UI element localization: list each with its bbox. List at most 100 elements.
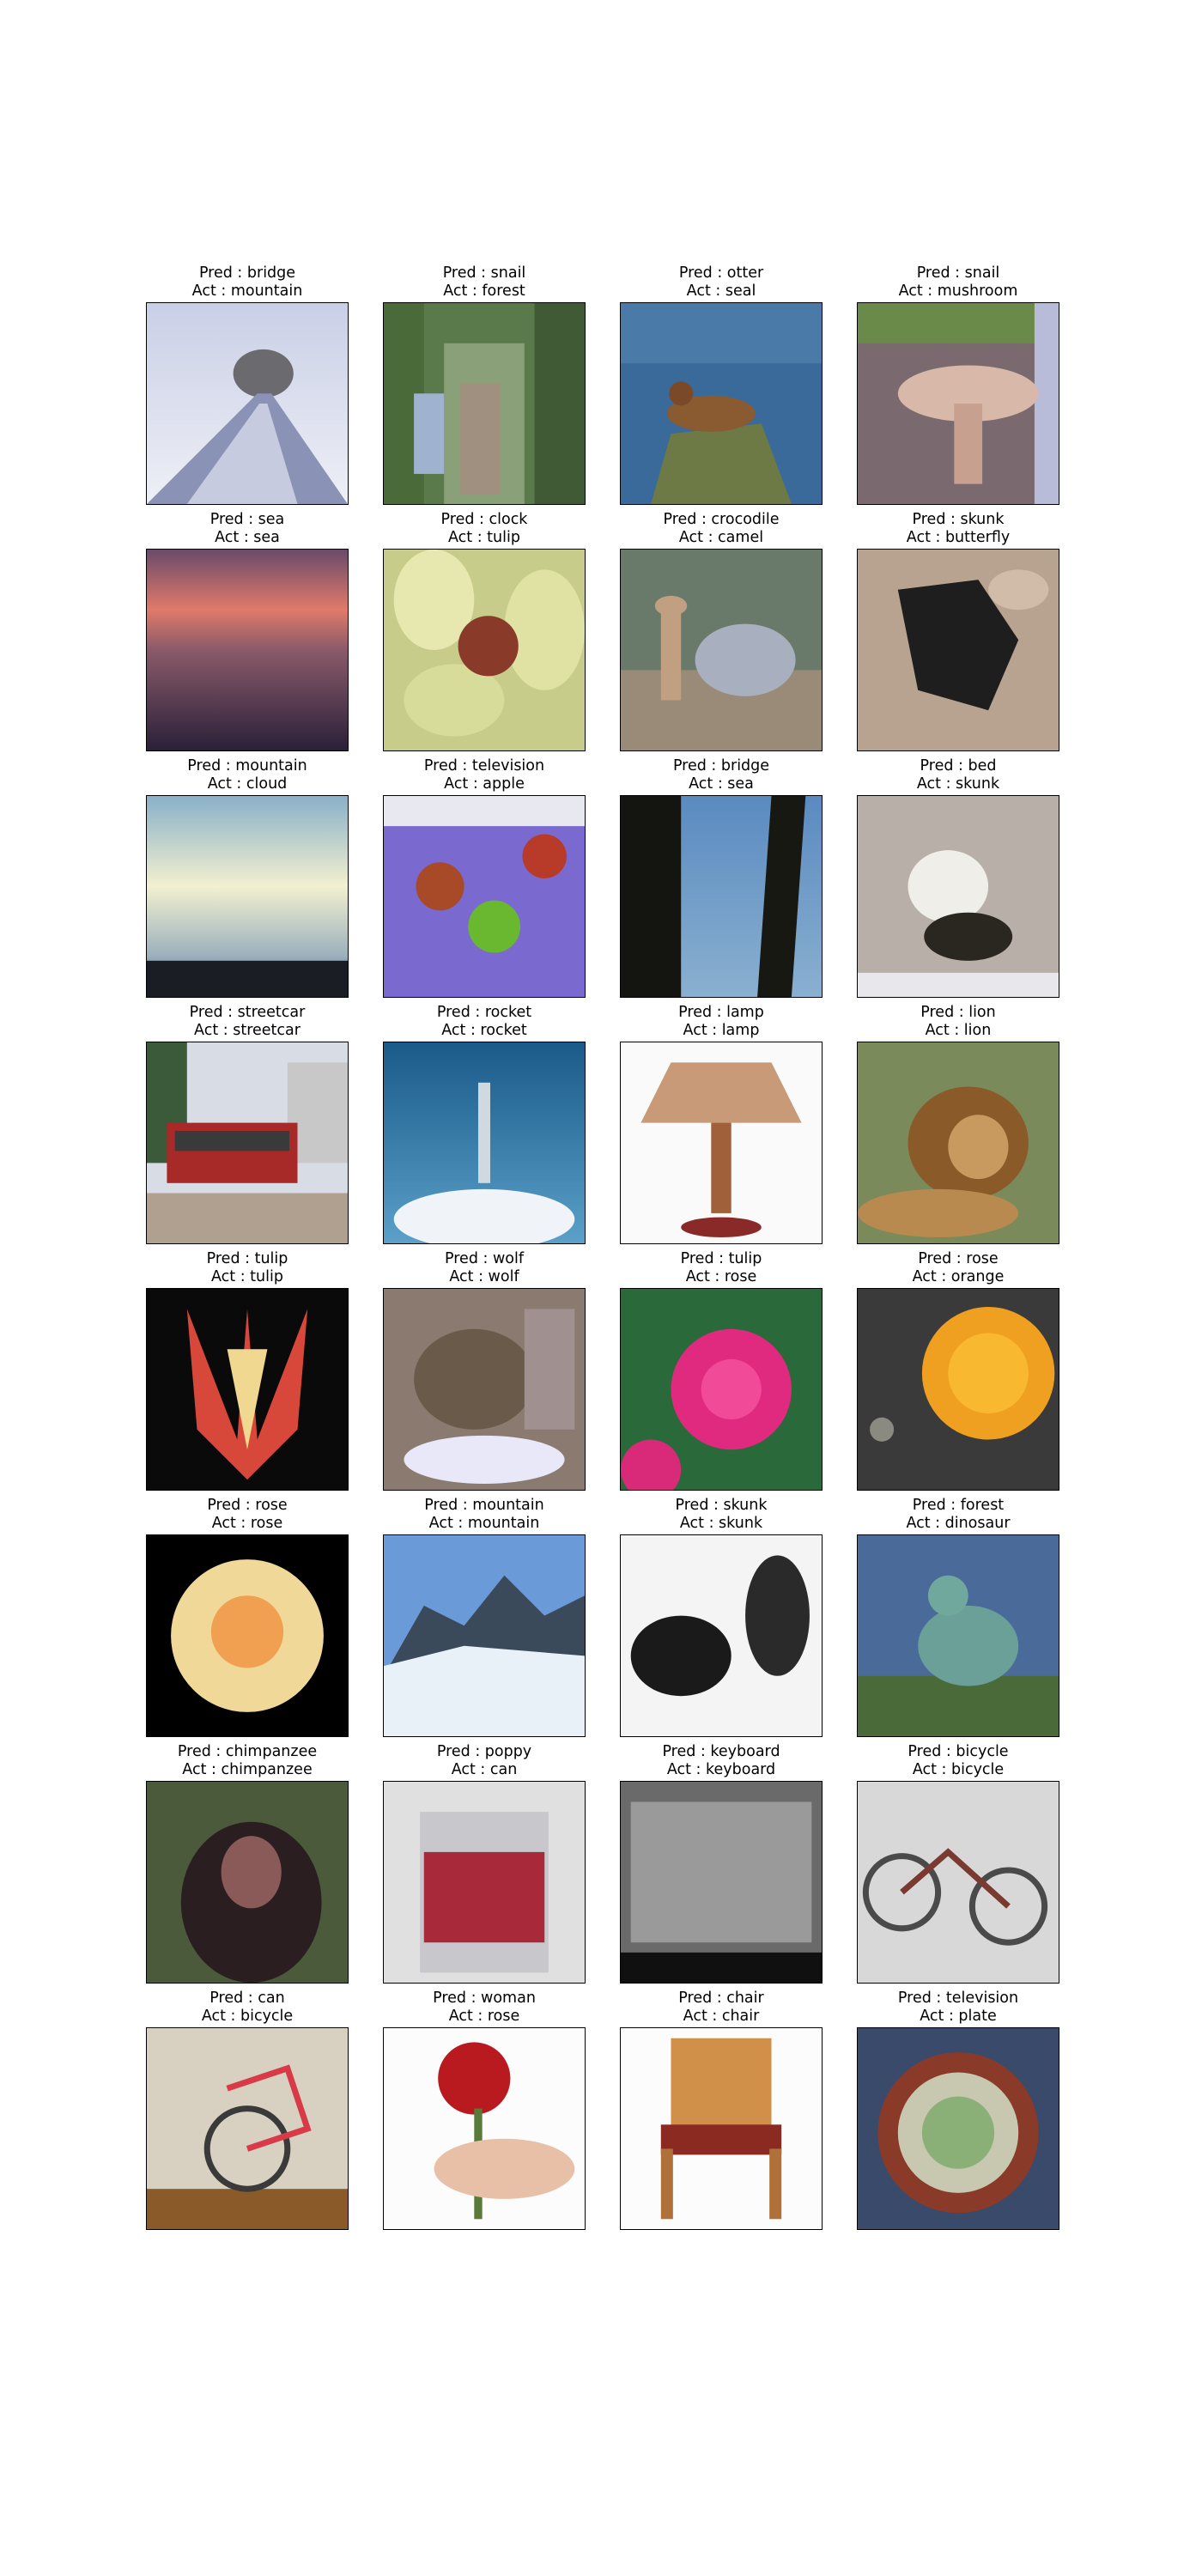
sample-image — [620, 1288, 823, 1491]
act-label: Act : skunk — [679, 1515, 763, 1532]
pred-label: Pred : lion — [920, 1004, 996, 1021]
act-label: Act : sea — [215, 529, 280, 546]
sample-image — [620, 795, 823, 998]
pred-label: Pred : can — [209, 1990, 285, 2007]
prediction-panel: Pred : forest Act : dinosaur — [857, 1497, 1059, 1737]
prediction-panel: Pred : rose Act : rose — [146, 1497, 349, 1737]
act-label: Act : rocket — [441, 1022, 527, 1039]
pred-label: Pred : otter — [678, 264, 764, 282]
pred-label: Pred : woman — [433, 1990, 536, 2007]
act-label: Act : can — [451, 1761, 518, 1778]
act-label: Act : forest — [443, 283, 525, 300]
pred-label: Pred : lamp — [678, 1004, 764, 1021]
sample-image — [620, 1781, 823, 1984]
pred-label: Pred : bridge — [198, 264, 296, 282]
sample-image — [620, 1534, 823, 1737]
pred-label: Pred : wolf — [445, 1250, 524, 1267]
sample-image — [146, 795, 349, 998]
prediction-panel: Pred : mountain Act : mountain — [383, 1497, 586, 1737]
sample-image — [620, 1042, 823, 1244]
sample-image — [383, 795, 586, 998]
prediction-panel: Pred : tulip Act : rose — [620, 1250, 823, 1491]
pred-label: Pred : bridge — [672, 757, 770, 775]
act-label: Act : chair — [683, 2008, 760, 2025]
pred-label: Pred : forest — [912, 1497, 1005, 1514]
sample-image — [383, 1534, 586, 1737]
act-label: Act : bicycle — [201, 2008, 294, 2025]
act-label: Act : mountain — [428, 1515, 540, 1532]
act-label: Act : streetcar — [194, 1022, 300, 1039]
prediction-panel: Pred : snail Act : mushroom — [857, 264, 1059, 505]
act-label: Act : lamp — [683, 1022, 760, 1039]
prediction-panel: Pred : rose Act : orange — [857, 1250, 1059, 1491]
prediction-panel: Pred : bicycle Act : bicycle — [857, 1743, 1059, 1984]
prediction-panel: Pred : chair Act : chair — [620, 1990, 823, 2230]
pred-label: Pred : keyboard — [662, 1743, 780, 1760]
act-label: Act : butterfly — [906, 529, 1011, 546]
pred-label: Pred : crocodile — [663, 511, 780, 528]
prediction-grid: Pred : bridge Act : mountain Pred : snail… — [0, 0, 1202, 2576]
pred-label: Pred : snail — [442, 264, 526, 282]
pred-label: Pred : chimpanzee — [177, 1743, 318, 1760]
prediction-panel: Pred : mountain Act : cloud — [146, 757, 349, 998]
prediction-panel: Pred : streetcar Act : streetcar — [146, 1004, 349, 1244]
prediction-panel: Pred : lamp Act : lamp — [620, 1004, 823, 1244]
sample-image — [620, 302, 823, 505]
act-label: Act : plate — [920, 2008, 997, 2025]
sample-image — [383, 2027, 586, 2230]
prediction-panel: Pred : skunk Act : skunk — [620, 1497, 823, 1737]
sample-image — [620, 2027, 823, 2230]
pred-label: Pred : rocket — [436, 1004, 532, 1021]
prediction-panel: Pred : can Act : bicycle — [146, 1990, 349, 2230]
sample-image — [383, 1781, 586, 1984]
pred-label: Pred : rose — [918, 1250, 999, 1267]
prediction-panel: Pred : bridge Act : sea — [620, 757, 823, 998]
prediction-panel: Pred : poppy Act : can — [383, 1743, 586, 1984]
prediction-panel: Pred : tulip Act : tulip — [146, 1250, 349, 1491]
act-label: Act : cloud — [207, 775, 288, 793]
sample-image — [857, 1781, 1059, 1984]
act-label: Act : skunk — [916, 775, 1000, 793]
prediction-panel: Pred : keyboard Act : keyboard — [620, 1743, 823, 1984]
sample-image — [146, 549, 349, 751]
act-label: Act : mushroom — [898, 283, 1018, 300]
pred-label: Pred : tulip — [680, 1250, 762, 1267]
pred-label: Pred : streetcar — [189, 1004, 306, 1021]
act-label: Act : mountain — [191, 283, 303, 300]
prediction-panel: Pred : woman Act : rose — [383, 1990, 586, 2230]
pred-label: Pred : sea — [209, 511, 285, 528]
prediction-panel: Pred : lion Act : lion — [857, 1004, 1059, 1244]
sample-image — [146, 1042, 349, 1244]
prediction-panel: Pred : television Act : apple — [383, 757, 586, 998]
pred-label: Pred : chair — [678, 1990, 764, 2007]
act-label: Act : chimpanzee — [182, 1761, 313, 1778]
pred-label: Pred : mountain — [424, 1497, 544, 1514]
sample-image — [857, 1288, 1059, 1491]
act-label: Act : rose — [448, 2008, 520, 2025]
prediction-panel: Pred : snail Act : forest — [383, 264, 586, 505]
sample-image — [857, 549, 1059, 751]
prediction-panel: Pred : otter Act : seal — [620, 264, 823, 505]
sample-image — [146, 2027, 349, 2230]
prediction-panel: Pred : sea Act : sea — [146, 511, 349, 751]
sample-image — [857, 1534, 1059, 1737]
act-label: Act : dinosaur — [906, 1515, 1011, 1532]
pred-label: Pred : television — [423, 757, 545, 775]
pred-label: Pred : bed — [920, 757, 997, 775]
act-label: Act : seal — [686, 283, 756, 300]
prediction-panel: Pred : wolf Act : wolf — [383, 1250, 586, 1491]
act-label: Act : keyboard — [666, 1761, 776, 1778]
act-label: Act : tulip — [448, 529, 520, 546]
prediction-panel: Pred : bridge Act : mountain — [146, 264, 349, 505]
act-label: Act : sea — [689, 775, 754, 793]
pred-label: Pred : mountain — [187, 757, 307, 775]
act-label: Act : rose — [211, 1515, 283, 1532]
pred-label: Pred : tulip — [206, 1250, 288, 1267]
act-label: Act : orange — [912, 1268, 1005, 1285]
prediction-panel: Pred : clock Act : tulip — [383, 511, 586, 751]
act-label: Act : wolf — [449, 1268, 519, 1285]
sample-image — [146, 302, 349, 505]
sample-image — [383, 1042, 586, 1244]
sample-image — [383, 1288, 586, 1491]
act-label: Act : lion — [925, 1022, 992, 1039]
